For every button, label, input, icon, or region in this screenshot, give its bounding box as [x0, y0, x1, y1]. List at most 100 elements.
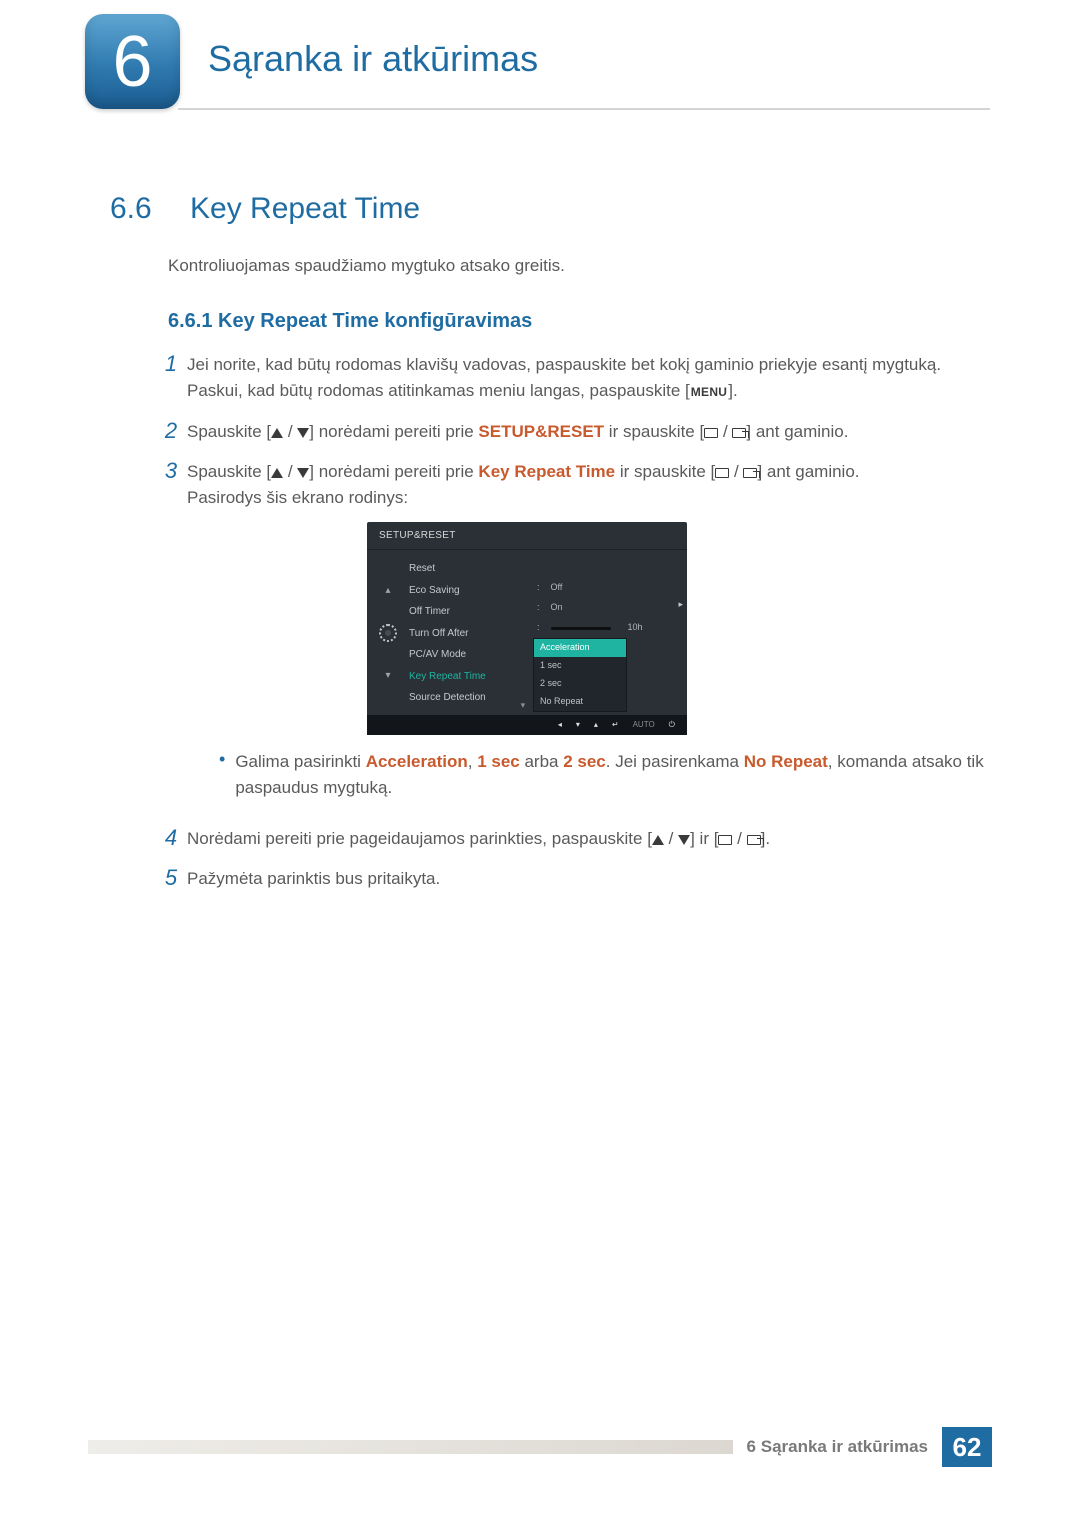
osd-body: ▴ ▾ Reset Eco Saving Off Timer Turn Off …: [367, 550, 687, 715]
step-number: 4: [155, 826, 187, 850]
source-icon: [718, 835, 732, 845]
page-number: 62: [942, 1427, 992, 1467]
step-number: 1: [155, 352, 187, 376]
osd-footer-icon: ↵: [612, 719, 619, 731]
arrow-up-icon: [271, 468, 283, 478]
step-text: Jei norite, kad būtų rodomas klavišų vad…: [187, 355, 941, 374]
bullet-option: Acceleration: [366, 752, 468, 771]
source-icon: [704, 428, 718, 438]
step-number: 5: [155, 866, 187, 890]
osd-menu: Reset Eco Saving Off Timer Turn Off Afte…: [409, 558, 529, 709]
step-number: 2: [155, 419, 187, 443]
footer-label: 6 Sąranka ir atkūrimas: [747, 1437, 928, 1457]
step-body: Norėdami pereiti prie pageidaujamos pari…: [187, 826, 770, 852]
osd-item-src: Source Detection: [409, 687, 529, 709]
gear-icon: [379, 624, 397, 642]
osd-title: SETUP&RESET: [367, 522, 687, 551]
enter-icon: [732, 428, 746, 438]
osd-item-reset: Reset: [409, 558, 529, 580]
enter-icon: [743, 468, 757, 478]
bullet-text: arba: [520, 752, 563, 771]
osd-footer-icon: ⏻: [669, 719, 675, 731]
osd-chevron-down-icon: ▾: [521, 699, 526, 713]
step-text: ] norėdami pereiti prie: [309, 462, 478, 481]
arrow-up-icon: [652, 835, 664, 845]
step-body: Spauskite [ / ] norėdami pereiti prie Ke…: [187, 459, 990, 812]
osd-item-krt: Key Repeat Time: [409, 666, 529, 688]
step-text: ] ant gaminio.: [746, 422, 848, 441]
step-2: 2 Spauskite [ / ] norėdami pereiti prie …: [155, 419, 990, 445]
chapter-badge: 6: [85, 14, 180, 109]
osd-popup: Acceleration 1 sec 2 sec No Repeat: [533, 638, 627, 712]
step-4: 4 Norėdami pereiti prie pageidaujamos pa…: [155, 826, 990, 852]
step-text: Norėdami pereiti prie pageidaujamos pari…: [187, 829, 652, 848]
osd-item-pcav: PC/AV Mode: [409, 644, 529, 666]
source-icon: [715, 468, 729, 478]
arrow-down-icon: [297, 468, 309, 478]
step-text: Paskui, kad būtų rodomas atitinkamas men…: [187, 381, 690, 400]
step-target: SETUP&RESET: [478, 422, 604, 441]
step-number: 3: [155, 459, 187, 483]
osd-item-turnoff: Turn Off After: [409, 623, 529, 645]
step-text: Pasirodys šis ekrano rodinys:: [187, 488, 408, 507]
chapter-number: 6: [112, 21, 152, 103]
footer-bar: [88, 1440, 733, 1454]
chapter-title: Sąranka ir atkūrimas: [208, 38, 538, 80]
chevron-down-icon: ▾: [385, 668, 390, 684]
section-number: 6.6: [110, 192, 152, 226]
step-text: ] ir [: [690, 829, 718, 848]
bullet-option: No Repeat: [744, 752, 828, 771]
step-body: Jei norite, kad būtų rodomas klavišų vad…: [187, 352, 941, 405]
step-text: Spauskite [: [187, 422, 271, 441]
step-target: Key Repeat Time: [478, 462, 615, 481]
page: 6 Sąranka ir atkūrimas 6.6 Key Repeat Ti…: [0, 0, 1080, 1527]
subsection-title: 6.6.1 Key Repeat Time konfigūravimas: [168, 310, 532, 333]
step-text: ] norėdami pereiti prie: [309, 422, 478, 441]
step-text: ].: [728, 381, 737, 400]
bullet-text: . Jei pasirenkama: [606, 752, 744, 771]
bullet-dot-icon: •: [219, 749, 225, 802]
section-title: Key Repeat Time: [190, 192, 420, 226]
step-text: ir spauskite [: [604, 422, 704, 441]
page-footer: 6 Sąranka ir atkūrimas 62: [88, 1427, 992, 1467]
steps-list: 1 Jei norite, kad būtų rodomas klavišų v…: [155, 352, 990, 906]
bullet-option: 1 sec: [477, 752, 520, 771]
step-text: ir spauskite [: [615, 462, 715, 481]
bullet-option: 2 sec: [563, 752, 606, 771]
step-text: ] ant gaminio.: [757, 462, 859, 481]
osd-footer-icon: ▾: [576, 719, 580, 731]
step-body: Pažymėta parinktis bus pritaikyta.: [187, 866, 440, 892]
arrow-down-icon: [678, 835, 690, 845]
chevron-up-icon: ▴: [385, 583, 390, 599]
osd-item-eco: Eco Saving: [409, 580, 529, 602]
osd-val-slider: : 10h: [537, 618, 679, 638]
bullet-text: Galima pasirinkti: [235, 752, 365, 771]
osd-slider-label: 10h: [628, 621, 643, 635]
osd-val-eco: : Off: [537, 578, 679, 598]
osd-side-caret-icon: ▸: [678, 598, 683, 612]
osd-value-text: Off: [551, 581, 563, 595]
section-intro: Kontroliuojamas spaudžiamo mygtuko atsak…: [168, 256, 565, 276]
osd-val-offtimer: : On: [537, 598, 679, 618]
enter-icon: [747, 835, 761, 845]
step-text: Spauskite [: [187, 462, 271, 481]
step-body: Spauskite [ / ] norėdami pereiti prie SE…: [187, 419, 848, 445]
step-1: 1 Jei norite, kad būtų rodomas klavišų v…: [155, 352, 990, 405]
osd-popup-option: No Repeat: [534, 693, 626, 711]
header-rule: [178, 108, 990, 110]
osd-popup-selected: Acceleration: [534, 639, 626, 657]
step-3: 3 Spauskite [ / ] norėdami pereiti prie …: [155, 459, 990, 812]
bullet-note: • Galima pasirinkti Acceleration, 1 sec …: [219, 749, 990, 802]
osd-popup-option: 2 sec: [534, 675, 626, 693]
osd-slider: [551, 627, 611, 630]
osd-footer-icon: ▴: [594, 719, 598, 731]
bullet-text: ,: [468, 752, 477, 771]
osd-footer-icon: ◂: [558, 719, 562, 731]
osd-footer: ◂ ▾ ▴ ↵ AUTO ⏻: [367, 715, 687, 735]
arrow-down-icon: [297, 428, 309, 438]
step-text: Pažymėta parinktis bus pritaikyta.: [187, 869, 440, 888]
osd-left-column: ▴ ▾: [375, 558, 401, 709]
osd-value-text: On: [551, 601, 563, 615]
step-5: 5 Pažymėta parinktis bus pritaikyta.: [155, 866, 990, 892]
arrow-up-icon: [271, 428, 283, 438]
